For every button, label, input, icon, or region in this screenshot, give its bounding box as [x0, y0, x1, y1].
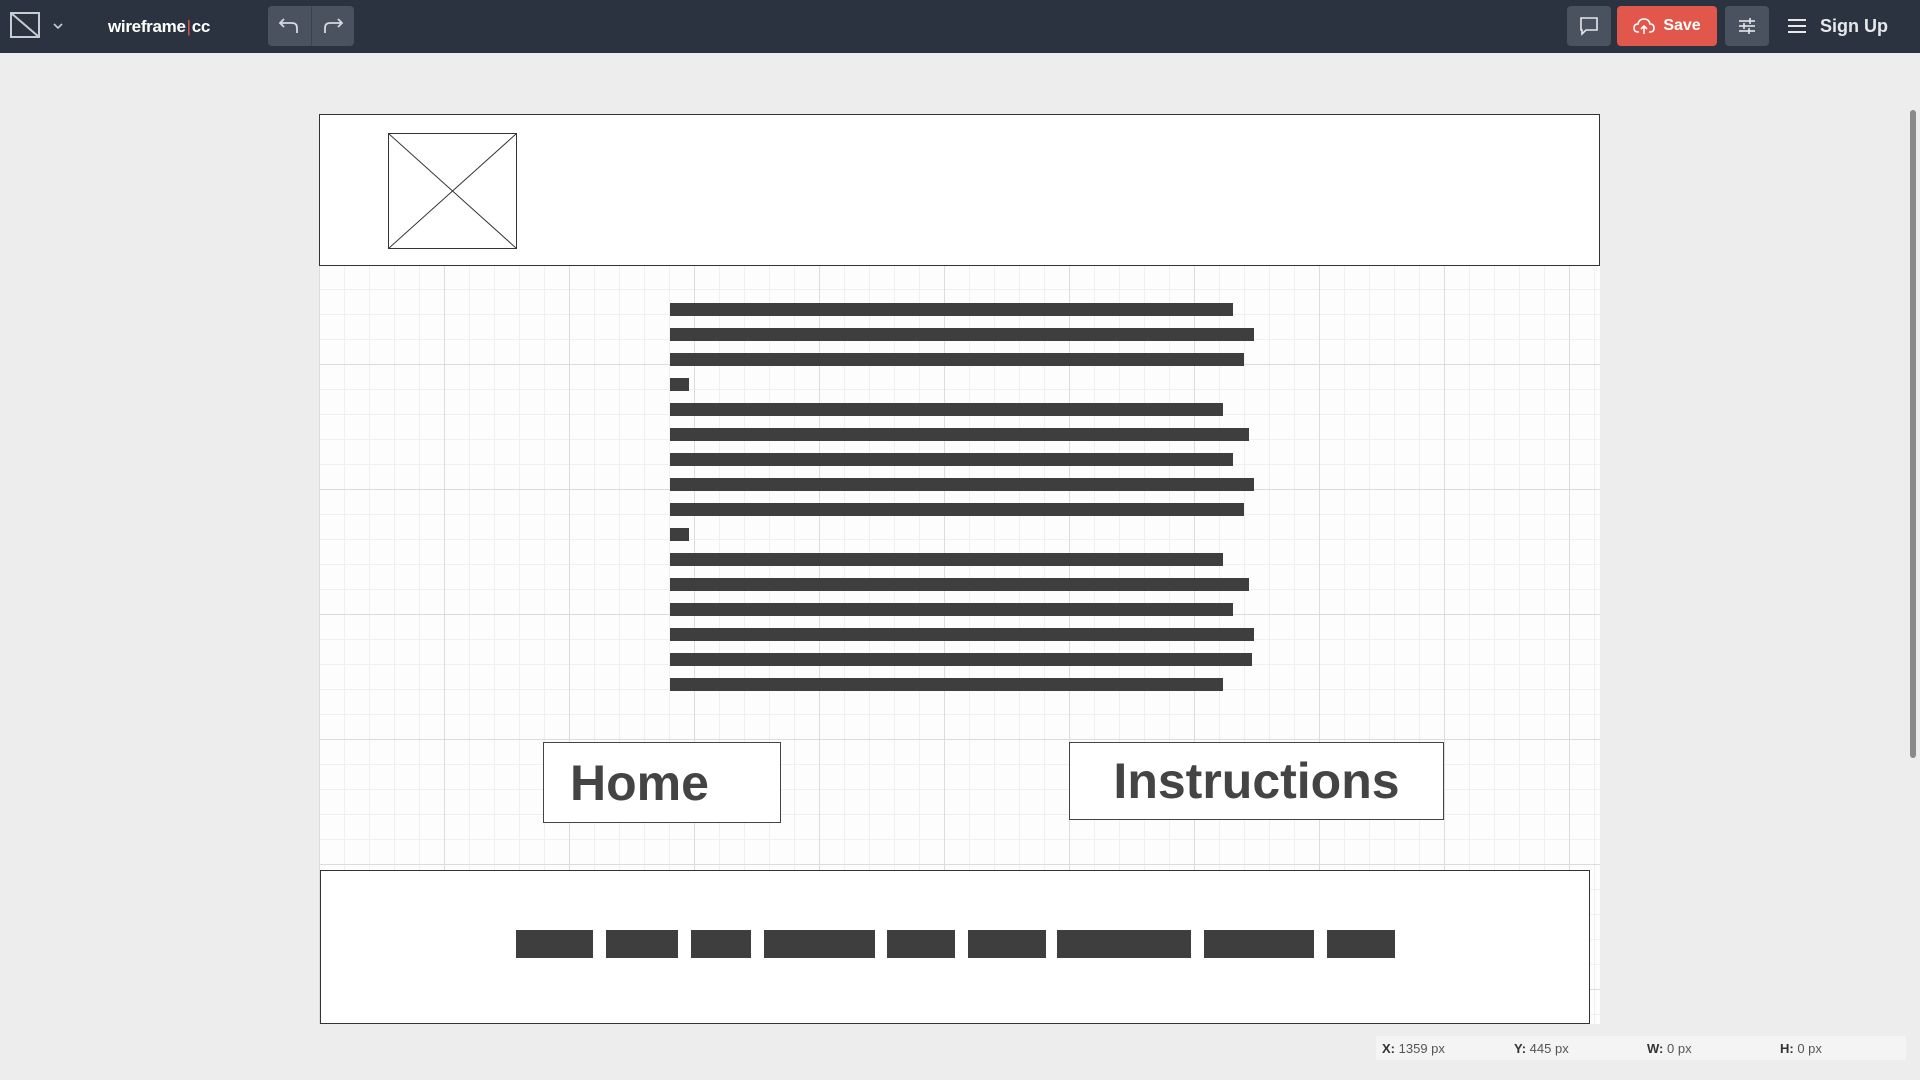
redo-icon	[323, 18, 344, 33]
footer-link-shape[interactable]	[887, 930, 955, 958]
status-w-label: W:	[1647, 1041, 1664, 1056]
footer-box-shape[interactable]	[320, 870, 1590, 1024]
comment-icon	[1580, 17, 1598, 36]
footer-link-shape[interactable]	[691, 930, 751, 958]
status-x-value: 1359 px	[1398, 1041, 1445, 1056]
text-line	[670, 478, 1254, 491]
comment-button[interactable]	[1567, 6, 1611, 46]
status-y: Y: 445 px	[1514, 1041, 1569, 1056]
logo-text-right: cc	[191, 16, 211, 36]
text-line	[670, 303, 1233, 316]
text-line	[670, 328, 1254, 341]
save-button[interactable]: Save	[1617, 6, 1717, 46]
status-w: W: 0 px	[1647, 1041, 1692, 1056]
footer-link-shape[interactable]	[516, 930, 593, 958]
text-line	[670, 428, 1249, 441]
text-line	[670, 678, 1223, 691]
status-h: H: 0 px	[1780, 1041, 1822, 1056]
logo-separator: |	[186, 16, 191, 36]
undo-redo-group	[268, 6, 354, 46]
image-placeholder-shape[interactable]	[388, 133, 517, 249]
undo-icon	[278, 18, 299, 33]
status-w-value: 0 px	[1667, 1041, 1692, 1056]
footer-link-shape[interactable]	[968, 930, 1046, 958]
status-x: X: 1359 px	[1382, 1041, 1445, 1056]
settings-button[interactable]	[1725, 6, 1769, 46]
logo-text-left: wireframe	[108, 16, 186, 36]
instructions-button-label: Instructions	[1113, 753, 1400, 809]
text-line	[670, 578, 1249, 591]
footer-link-shape[interactable]	[1057, 930, 1191, 958]
main-menu-button[interactable]	[1783, 12, 1811, 40]
home-button-shape[interactable]: Home	[543, 742, 781, 823]
text-line	[670, 553, 1223, 566]
hamburger-icon	[1788, 19, 1806, 33]
text-line	[670, 528, 689, 541]
sign-up-link[interactable]: Sign Up	[1820, 0, 1888, 53]
undo-button[interactable]	[268, 6, 311, 46]
cloud-upload-icon	[1633, 18, 1656, 34]
text-line	[670, 378, 689, 391]
top-toolbar: wireframe | cc Save Sign Up	[0, 0, 1920, 53]
square-slash-icon	[10, 12, 63, 38]
image-placeholder-cross	[389, 134, 516, 248]
text-line	[670, 653, 1252, 666]
footer-link-shape[interactable]	[606, 930, 678, 958]
status-bar: X: 1359 px Y: 445 px W: 0 px H: 0 px	[1376, 1036, 1906, 1060]
footer-link-shape[interactable]	[1204, 930, 1314, 958]
footer-link-shape[interactable]	[764, 930, 875, 958]
text-line	[670, 453, 1233, 466]
home-button-label: Home	[570, 754, 709, 811]
redo-button[interactable]	[310, 6, 355, 46]
footer-link-shape[interactable]	[1327, 930, 1395, 958]
save-button-label: Save	[1663, 17, 1701, 34]
status-y-label: Y:	[1514, 1041, 1527, 1056]
text-line	[670, 503, 1244, 516]
status-x-label: X:	[1382, 1041, 1395, 1056]
text-line	[670, 628, 1254, 641]
instructions-button-shape[interactable]: Instructions	[1069, 742, 1444, 820]
text-line	[670, 603, 1233, 616]
app-logo[interactable]: wireframe | cc	[108, 0, 210, 53]
status-h-value: 0 px	[1797, 1041, 1822, 1056]
status-h-label: H:	[1780, 1041, 1794, 1056]
sliders-icon	[1739, 18, 1755, 34]
stencil-menu-button[interactable]	[10, 12, 68, 40]
text-line	[670, 403, 1223, 416]
text-line	[670, 353, 1244, 366]
vertical-scrollbar[interactable]	[1910, 110, 1916, 758]
status-y-value: 445 px	[1529, 1041, 1569, 1056]
